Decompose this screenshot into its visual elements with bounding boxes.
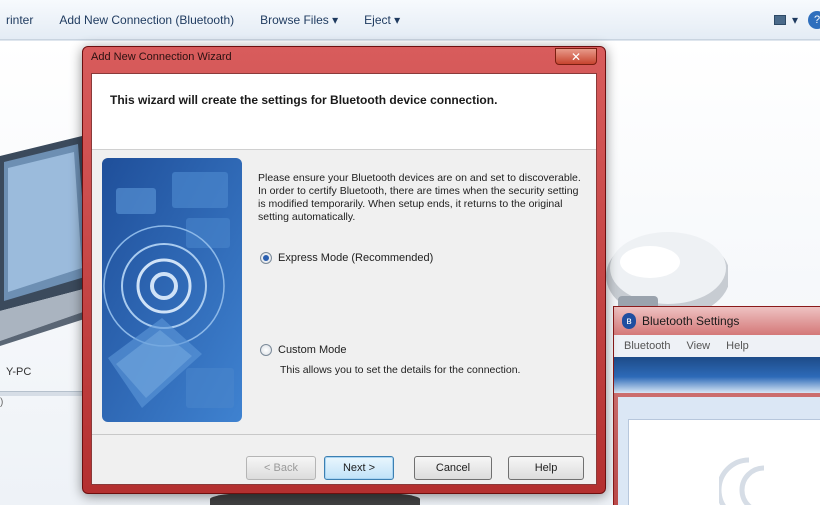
cancel-button[interactable]: Cancel [414,456,492,480]
express-mode-option[interactable]: Express Mode (Recommended) [260,252,433,264]
bluetooth-icon: ʙ [622,313,636,329]
toolbar-item-eject[interactable]: Eject ▾ [364,13,400,27]
express-mode-radio[interactable] [260,252,272,264]
instruction-security: In order to certify Bluetooth, there are… [258,185,579,223]
explorer-toolbar: rinter Add New Connection (Bluetooth) Br… [0,0,820,40]
help-dialog-button[interactable]: Help [508,456,584,480]
back-button[interactable]: < Back [246,456,316,480]
help-button[interactable]: ? [808,11,820,29]
toolbar-item-printer[interactable]: rinter [6,13,33,27]
close-icon: ✕ [570,49,582,64]
wizard-instructions: Please ensure your Bluetooth devices are… [258,172,588,224]
toolbar-right-group: ▾ ? [773,0,820,40]
next-button[interactable]: Next > [324,456,394,480]
bluetooth-settings-panel [628,419,820,505]
bluetooth-settings-menubar: Bluetooth View Help [614,335,820,357]
custom-mode-radio[interactable] [260,344,272,356]
menu-item-help[interactable]: Help [726,340,749,352]
wizard-separator [92,434,596,435]
wizard-header-text: This wizard will create the settings for… [110,93,498,107]
wizard-header: This wizard will create the settings for… [92,74,596,150]
menu-item-view[interactable]: View [686,340,710,352]
device-status-bar [0,391,90,396]
toolbar-item-browse-files[interactable]: Browse Files ▾ [260,13,338,27]
bluetooth-settings-titlebar[interactable]: ʙ Bluetooth Settings [614,307,820,335]
bluetooth-settings-banner [614,357,820,393]
device-label-pc[interactable]: Y-PC [6,366,31,378]
toolbar-item-add-new-connection[interactable]: Add New Connection (Bluetooth) [59,13,234,27]
custom-mode-label[interactable]: Custom Mode [278,344,346,356]
change-view-button[interactable]: ▾ [773,13,798,27]
view-icon [773,15,786,25]
custom-mode-option[interactable]: Custom Mode [260,344,346,356]
view-dropdown-label: ▾ [791,13,798,27]
bluetooth-settings-title: Bluetooth Settings [642,314,740,328]
bluetooth-settings-body [618,397,820,505]
instruction-discoverable: Please ensure your Bluetooth devices are… [258,172,581,184]
bluetooth-settings-window: ʙ Bluetooth Settings Bluetooth View Help [613,306,820,505]
add-connection-wizard-dialog: Add New Connection Wizard ✕ This wizard … [82,46,606,494]
bluetooth-illustration [102,158,242,422]
wizard-title: Add New Connection Wizard [91,51,232,63]
custom-mode-description: This allows you to set the details for t… [280,364,521,376]
menu-item-bluetooth[interactable]: Bluetooth [624,340,670,352]
express-mode-label[interactable]: Express Mode (Recommended) [278,252,433,264]
wizard-client-area: This wizard will create the settings for… [91,73,597,485]
bluetooth-wave-icon [719,457,765,505]
device-status-value: ) [0,397,4,408]
close-button[interactable]: ✕ [555,48,597,65]
